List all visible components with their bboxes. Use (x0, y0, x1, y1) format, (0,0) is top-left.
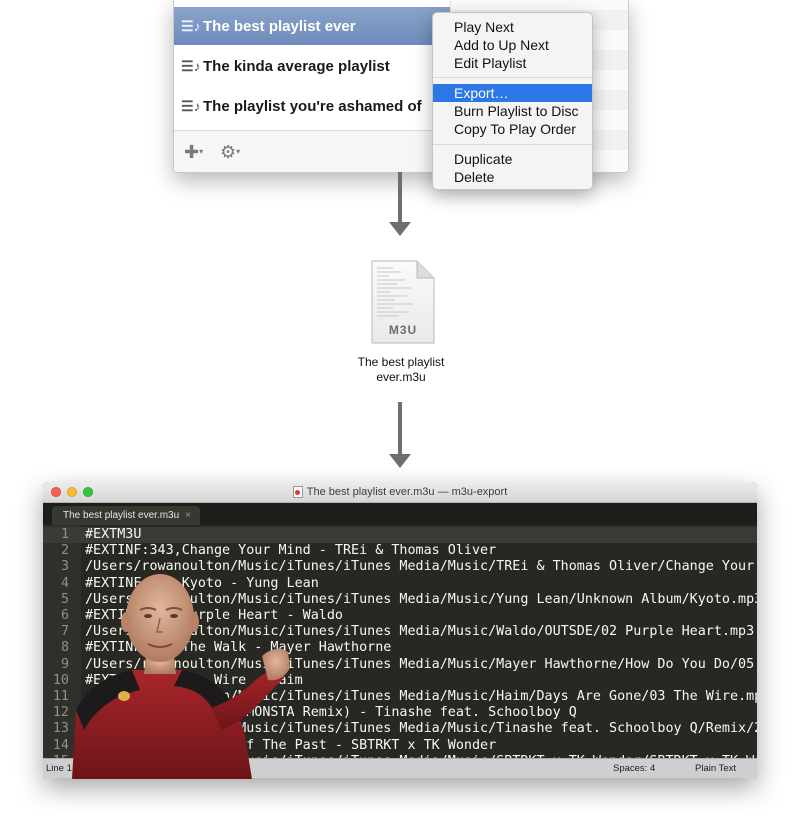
code-line-text: #EXTM3U (85, 527, 142, 542)
syntax-selector[interactable]: Plain Text (695, 759, 736, 778)
window-title: The best playlist ever.m3u — m3u-export (43, 482, 757, 502)
reaction-photo (62, 570, 290, 779)
playlist-icon: ☰♪ (181, 57, 201, 74)
document-icon (292, 486, 303, 499)
tab-label: The best playlist ever.m3u (63, 510, 180, 521)
file-caption-line2: ever.m3u (376, 370, 426, 384)
playlist-item-best[interactable]: ☰♪ The best playlist ever (174, 7, 450, 45)
playlist-icon: ☰♪ (181, 97, 201, 114)
code-line-text: #EXTINF:343,Change Your Mind - TREi & Th… (85, 543, 497, 559)
window-title-text: The best playlist ever.m3u — m3u-export (306, 486, 508, 498)
context-menu: Play Next Add to Up Next Edit Playlist E… (432, 12, 593, 190)
file-caption: The best playlist ever.m3u (340, 355, 462, 385)
playlist-label: The kinda average playlist (203, 57, 390, 75)
menu-separator (433, 77, 592, 78)
playlist-footer: ✚▾ ⚙▾ (174, 130, 450, 172)
code-line[interactable]: 1 #EXTM3U (43, 527, 757, 543)
menu-item-duplicate[interactable]: Duplicate (433, 150, 592, 168)
playlist-list: ☰♪ The best playlist ever ☰♪ The kinda a… (174, 0, 450, 172)
tab-bar: The best playlist ever.m3u × (43, 503, 757, 525)
file-type-label: M3U (388, 323, 418, 337)
playlist-item-ashamed[interactable]: ☰♪ The playlist you're ashamed of (174, 87, 450, 125)
playlist-label: The playlist you're ashamed of (203, 97, 422, 115)
menu-item-copy-to-play-order[interactable]: Copy To Play Order (433, 120, 592, 138)
menu-separator (433, 144, 592, 145)
file-caption-line1: The best playlist (357, 355, 445, 369)
title-bar: The best playlist ever.m3u — m3u-export (43, 482, 757, 503)
menu-item-export[interactable]: Export… (433, 84, 592, 102)
tab-close-icon[interactable]: × (185, 506, 191, 525)
code-line[interactable]: 2 #EXTINF:343,Change Your Mind - TREi & T… (43, 543, 757, 559)
menu-item-play-next[interactable]: Play Next (433, 18, 592, 36)
line-number: 2 (60, 543, 69, 559)
m3u-file-icon[interactable]: M3U (371, 260, 435, 344)
playlist-label: The best playlist ever (203, 17, 356, 35)
tab-m3u-file[interactable]: The best playlist ever.m3u × (52, 506, 200, 525)
menu-item-delete[interactable]: Delete (433, 168, 592, 186)
plus-icon[interactable]: ✚▾ (184, 143, 203, 161)
playlist-item-average[interactable]: ☰♪ The kinda average playlist (174, 47, 450, 85)
menu-item-burn-playlist[interactable]: Burn Playlist to Disc (433, 102, 592, 120)
line-number: 1 (60, 527, 69, 542)
indentation-setting[interactable]: Spaces: 4 (613, 759, 655, 778)
playlist-icon: ☰♪ (181, 17, 201, 34)
gear-icon[interactable]: ⚙▾ (220, 143, 240, 161)
menu-item-add-to-up-next[interactable]: Add to Up Next (433, 36, 592, 54)
menu-item-edit-playlist[interactable]: Edit Playlist (433, 54, 592, 72)
